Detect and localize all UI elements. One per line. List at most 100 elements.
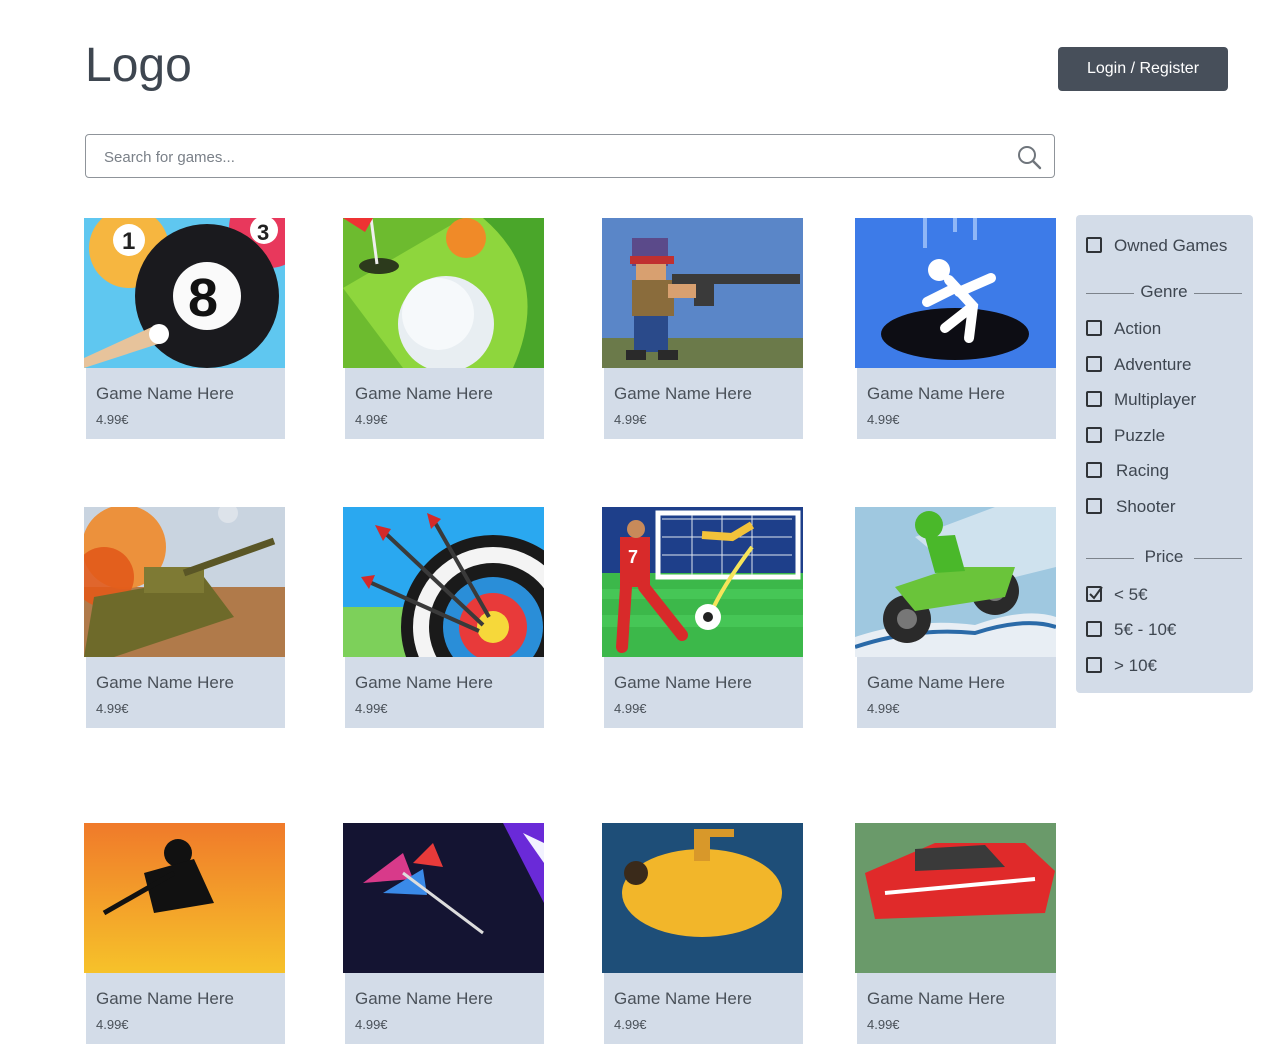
game-card[interactable]: Game Name Here 4.99€ [84, 823, 285, 1044]
genre-heading-label: Genre [1140, 282, 1188, 301]
price-over-10-checkbox[interactable] [1086, 657, 1102, 673]
game-info: Game Name Here 4.99€ [857, 973, 1056, 1044]
price-over-10-label: > 10€ [1114, 656, 1158, 675]
game-thumbnail [602, 823, 803, 973]
game-thumbnail [602, 218, 803, 368]
adventure-checkbox[interactable] [1086, 356, 1102, 372]
game-thumbnail [343, 218, 544, 368]
multiplayer-checkbox[interactable] [1086, 391, 1102, 407]
action-checkbox[interactable] [1086, 320, 1102, 336]
puzzle-label: Puzzle [1114, 426, 1166, 445]
darts-image [343, 823, 544, 973]
genre-heading: Genre [1086, 282, 1242, 304]
racing-label: Racing [1116, 461, 1169, 480]
game-card[interactable]: Game Name Here 4.99€ [855, 507, 1056, 728]
price-heading: Price [1086, 547, 1242, 569]
game-info: Game Name Here 4.99€ [345, 657, 544, 728]
game-card[interactable]: Game Name Here 4.99€ [855, 823, 1056, 1044]
billiards-ball-image: 1 3 8 [84, 218, 285, 368]
checkmark-icon [1089, 586, 1103, 600]
racing-checkbox[interactable] [1086, 462, 1102, 478]
game-card[interactable]: Game Name Here 4.99€ [343, 823, 544, 1044]
svg-text:3: 3 [257, 220, 269, 245]
owned-games-checkbox[interactable] [1086, 237, 1102, 253]
search-icon[interactable] [1016, 144, 1042, 170]
game-price: 4.99€ [614, 412, 647, 427]
game-name: Game Name Here [867, 673, 1005, 692]
ninja-silhouette-image [84, 823, 285, 973]
search-bar [85, 134, 1055, 179]
svg-text:7: 7 [628, 547, 638, 567]
game-card[interactable]: 7 Game Name Here 4.99€ [602, 507, 803, 728]
game-info: Game Name Here 4.99€ [604, 657, 803, 728]
multiplayer-label: Multiplayer [1114, 390, 1197, 409]
game-thumbnail [343, 507, 544, 657]
submarine-image [602, 823, 803, 973]
price-5-10-checkbox[interactable] [1086, 621, 1102, 637]
game-info: Game Name Here 4.99€ [345, 368, 544, 439]
game-card[interactable]: Game Name Here 4.99€ [343, 218, 544, 439]
shooter-label: Shooter [1116, 497, 1176, 516]
game-card[interactable]: 1 3 8 Game Name Here 4.99€ [84, 218, 285, 439]
monster-truck-image [855, 823, 1056, 973]
owned-games-label: Owned Games [1114, 236, 1228, 255]
game-info: Game Name Here 4.99€ [345, 973, 544, 1044]
game-thumbnail [855, 507, 1056, 657]
game-price: 4.99€ [867, 1017, 900, 1032]
game-price: 4.99€ [867, 412, 900, 427]
game-price: 4.99€ [614, 1017, 647, 1032]
price-under-5-checkbox[interactable] [1086, 586, 1103, 602]
svg-text:1: 1 [122, 228, 135, 255]
golf-ball-image [343, 218, 544, 368]
game-card[interactable]: Game Name Here 4.99€ [855, 218, 1056, 439]
filter-panel: Owned Games Genre Action Adventure Multi… [1076, 215, 1253, 693]
game-thumbnail [855, 218, 1056, 368]
game-price: 4.99€ [96, 701, 129, 716]
game-price: 4.99€ [867, 701, 900, 716]
soccer-kick-image: 7 [602, 507, 803, 657]
game-price: 4.99€ [614, 701, 647, 716]
game-name: Game Name Here [355, 673, 493, 692]
game-info: Game Name Here 4.99€ [604, 368, 803, 439]
game-info: Game Name Here 4.99€ [857, 657, 1056, 728]
adventure-label: Adventure [1114, 355, 1192, 374]
game-name: Game Name Here [355, 989, 493, 1008]
shooter-checkbox[interactable] [1086, 498, 1102, 514]
pixel-soldier-image [602, 218, 803, 368]
game-card[interactable]: Game Name Here 4.99€ [343, 507, 544, 728]
game-name: Game Name Here [96, 384, 234, 403]
game-info: Game Name Here 4.99€ [86, 657, 285, 728]
game-thumbnail [84, 823, 285, 973]
action-label: Action [1114, 319, 1162, 338]
game-price: 4.99€ [355, 701, 388, 716]
game-price: 4.99€ [355, 1017, 388, 1032]
game-name: Game Name Here [614, 384, 752, 403]
price-heading-label: Price [1144, 547, 1184, 566]
game-name: Game Name Here [96, 989, 234, 1008]
archery-target-image [343, 507, 544, 657]
game-card[interactable]: Game Name Here 4.99€ [602, 218, 803, 439]
game-card[interactable]: Game Name Here 4.99€ [84, 507, 285, 728]
game-price: 4.99€ [355, 412, 388, 427]
search-input[interactable] [102, 135, 1006, 179]
falling-stickman-image [855, 218, 1056, 368]
game-thumbnail: 7 [602, 507, 803, 657]
game-name: Game Name Here [355, 384, 493, 403]
price-5-10-label: 5€ - 10€ [1114, 620, 1177, 639]
puzzle-checkbox[interactable] [1086, 427, 1102, 443]
game-card[interactable]: Game Name Here 4.99€ [602, 823, 803, 1044]
game-thumbnail: 1 3 8 [84, 218, 285, 368]
tank-battle-image [84, 507, 285, 657]
game-info: Game Name Here 4.99€ [857, 368, 1056, 439]
login-register-button[interactable]: Login / Register [1058, 47, 1228, 91]
game-name: Game Name Here [867, 384, 1005, 403]
game-thumbnail [343, 823, 544, 973]
logo: Logo [85, 39, 192, 92]
game-name: Game Name Here [867, 989, 1005, 1008]
price-under-5-label: < 5€ [1114, 585, 1148, 604]
game-name: Game Name Here [96, 673, 234, 692]
game-info: Game Name Here 4.99€ [86, 368, 285, 439]
atv-rider-image [855, 507, 1056, 657]
svg-text:8: 8 [188, 268, 218, 328]
game-thumbnail [84, 507, 285, 657]
